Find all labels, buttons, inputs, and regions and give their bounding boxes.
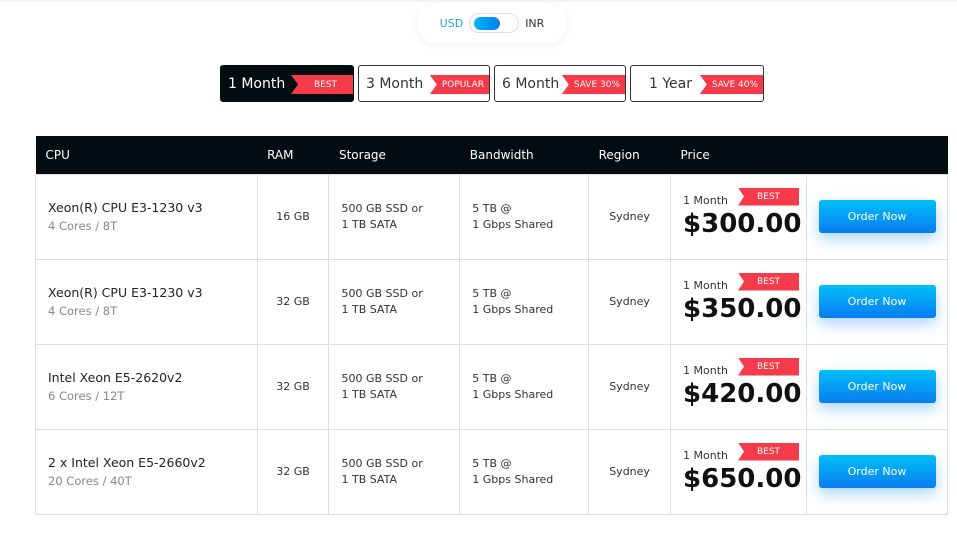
ram-cell: 32 GB [256, 258, 330, 345]
tab-label: 1 Month [228, 75, 286, 92]
storage-cell: 500 GB SSD or 1 TB SATA [328, 173, 461, 260]
bandwidth-cell: 5 TB @ 1 Gbps Shared [459, 173, 590, 260]
bandwidth-line-2: 1 Gbps Shared [472, 388, 554, 401]
header-price: Price [670, 136, 807, 174]
bandwidth-cell: 5 TB @ 1 Gbps Shared [459, 428, 590, 515]
tab-label: 6 Month [502, 75, 560, 92]
tab-label: 1 Year [649, 75, 692, 92]
storage-line-2: 1 TB SATA [341, 388, 397, 401]
bandwidth-line-2: 1 Gbps Shared [472, 218, 554, 231]
cpu-cell: Xeon(R) CPU E3-1230 v3 4 Cores / 8T [35, 258, 258, 345]
bandwidth-line-1: 5 TB @ [472, 287, 512, 300]
order-now-button[interactable]: Order Now [818, 370, 936, 403]
table-row: Xeon(R) CPU E3-1230 v3 4 Cores / 8T 16 GB… [35, 173, 948, 260]
currency-toggle: USD INR [417, 3, 567, 43]
cpu-cores: 4 Cores / 8T [48, 304, 118, 318]
price-cell: 1 Month BEST $350.00 [670, 258, 808, 345]
cpu-name: Intel Xeon E5-2620v2 [48, 370, 183, 385]
currency-switch[interactable] [469, 13, 520, 33]
action-cell: Order Now [806, 343, 948, 430]
price-cell: 1 Month BEST $420.00 [670, 343, 808, 430]
cpu-name: Xeon(R) CPU E3-1230 v3 [48, 200, 203, 215]
ram-cell: 32 GB [256, 428, 330, 515]
tab-badge: SAVE 40% [699, 75, 763, 94]
storage-line-1: 500 GB SSD or [341, 372, 423, 385]
tab-label: 3 Month [366, 75, 424, 92]
table-row: Intel Xeon E5-2620v2 6 Cores / 12T 32 GB … [35, 343, 948, 430]
header-region: Region [588, 136, 671, 174]
cpu-cores: 20 Cores / 40T [48, 474, 132, 488]
table-header: CPU RAM Storage Bandwidth Region Price [35, 136, 948, 174]
price-value: $420.00 [683, 379, 802, 409]
tab-1-year[interactable]: 1 Year SAVE 40% [630, 65, 764, 102]
table-row: Xeon(R) CPU E3-1230 v3 4 Cores / 8T 32 GB… [35, 258, 948, 345]
action-cell: Order Now [806, 173, 948, 260]
region-cell: Sydney [588, 258, 672, 345]
price-badge: BEST [738, 357, 800, 376]
table-row: 2 x Intel Xeon E5-2660v2 20 Cores / 40T 3… [35, 428, 948, 515]
cpu-cell: 2 x Intel Xeon E5-2660v2 20 Cores / 40T [35, 428, 258, 515]
storage-line-1: 500 GB SSD or [341, 287, 423, 300]
currency-inr-label[interactable]: INR [525, 17, 544, 30]
billing-period-tabs: 1 Month BEST 3 Month POPULAR 6 Month SAVE 3… [220, 65, 764, 102]
region-cell: Sydney [588, 428, 672, 515]
action-cell: Order Now [806, 428, 948, 515]
ram-cell: 32 GB [256, 343, 330, 430]
order-now-button[interactable]: Order Now [818, 455, 936, 488]
storage-line-1: 500 GB SSD or [341, 457, 423, 470]
tab-badge: POPULAR [429, 75, 489, 94]
price-period: 1 Month [683, 449, 729, 462]
cpu-cores: 4 Cores / 8T [48, 219, 118, 233]
cpu-name: Xeon(R) CPU E3-1230 v3 [48, 285, 203, 300]
storage-line-1: 500 GB SSD or [341, 202, 423, 215]
cpu-name: 2 x Intel Xeon E5-2660v2 [48, 455, 206, 470]
server-pricing-table: CPU RAM Storage Bandwidth Region Price X… [35, 136, 948, 515]
cpu-cores: 6 Cores / 12T [48, 389, 125, 403]
price-period: 1 Month [683, 279, 729, 292]
cpu-cell: Xeon(R) CPU E3-1230 v3 4 Cores / 8T [35, 173, 258, 260]
storage-line-2: 1 TB SATA [341, 218, 397, 231]
region-cell: Sydney [588, 343, 672, 430]
storage-cell: 500 GB SSD or 1 TB SATA [328, 428, 461, 515]
storage-cell: 500 GB SSD or 1 TB SATA [328, 258, 461, 345]
price-period: 1 Month [683, 364, 729, 377]
header-storage: Storage [328, 136, 460, 174]
order-now-button[interactable]: Order Now [818, 200, 936, 233]
switch-knob [474, 17, 501, 30]
cpu-cell: Intel Xeon E5-2620v2 6 Cores / 12T [35, 343, 258, 430]
region-cell: Sydney [588, 173, 672, 260]
price-cell: 1 Month BEST $300.00 [670, 173, 808, 260]
storage-line-2: 1 TB SATA [341, 473, 397, 486]
header-ram: RAM [257, 136, 329, 174]
bandwidth-line-2: 1 Gbps Shared [472, 473, 554, 486]
price-badge: BEST [738, 442, 800, 461]
bandwidth-line-1: 5 TB @ [472, 457, 512, 470]
order-now-button[interactable]: Order Now [818, 285, 936, 318]
price-value: $650.00 [683, 464, 802, 494]
price-period: 1 Month [683, 194, 729, 207]
price-cell: 1 Month BEST $650.00 [670, 428, 808, 515]
storage-line-2: 1 TB SATA [341, 303, 397, 316]
currency-usd-label[interactable]: USD [440, 17, 464, 30]
tab-badge: SAVE 30% [561, 75, 625, 94]
price-badge: BEST [738, 187, 800, 206]
tab-1-month[interactable]: 1 Month BEST [220, 65, 354, 102]
price-value: $350.00 [683, 294, 802, 324]
bandwidth-cell: 5 TB @ 1 Gbps Shared [459, 258, 590, 345]
bandwidth-cell: 5 TB @ 1 Gbps Shared [459, 343, 590, 430]
bandwidth-line-1: 5 TB @ [472, 202, 512, 215]
tab-3-month[interactable]: 3 Month POPULAR [358, 65, 490, 102]
bandwidth-line-1: 5 TB @ [472, 372, 512, 385]
storage-cell: 500 GB SSD or 1 TB SATA [328, 343, 461, 430]
price-badge: BEST [738, 272, 800, 291]
action-cell: Order Now [806, 258, 948, 345]
header-cpu: CPU [35, 136, 258, 174]
header-bandwidth: Bandwidth [459, 136, 589, 174]
ram-cell: 16 GB [256, 173, 330, 260]
header-action [806, 136, 948, 174]
price-value: $300.00 [683, 209, 802, 239]
bandwidth-line-2: 1 Gbps Shared [472, 303, 554, 316]
tab-6-month[interactable]: 6 Month SAVE 30% [494, 65, 626, 102]
tab-badge: BEST [291, 75, 353, 94]
